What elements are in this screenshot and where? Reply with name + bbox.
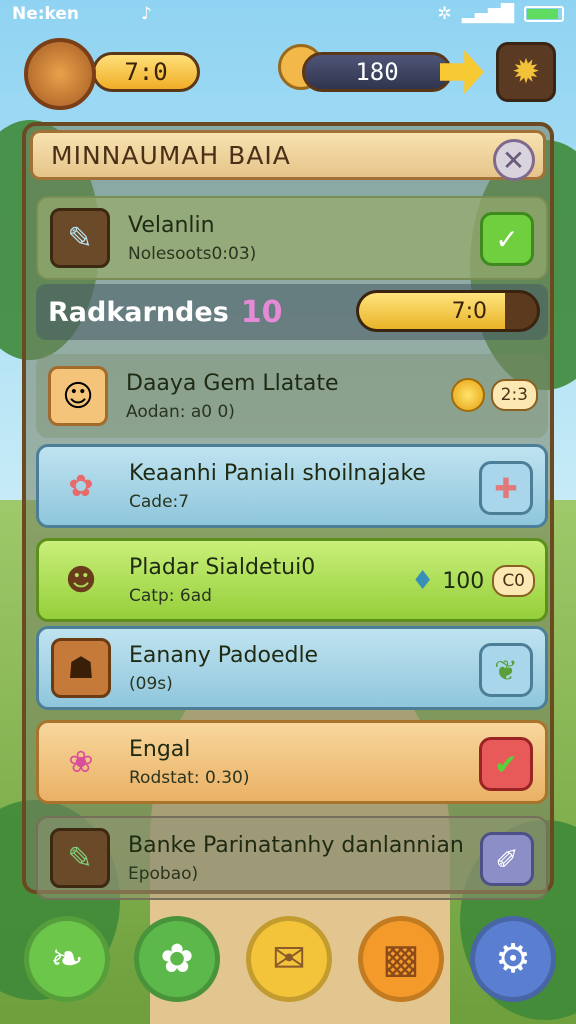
gold-counter: 7:0 bbox=[92, 52, 200, 92]
section-count: 10 bbox=[240, 294, 283, 330]
progress-bar: 7:0 bbox=[356, 290, 540, 332]
gold-value: 7:0 bbox=[124, 58, 168, 86]
list-item[interactable]: ✎ Banke Parinatanhy danlannian Epobao) ✐ bbox=[36, 816, 548, 900]
close-button[interactable]: ✕ bbox=[493, 139, 535, 181]
item-subtitle: Cade:7 bbox=[129, 491, 190, 512]
confirm-button[interactable]: ✔ bbox=[479, 737, 533, 791]
action-button[interactable]: ❦ bbox=[479, 643, 533, 697]
item-title: Pladar Sialdetui0 bbox=[129, 554, 316, 580]
panel-title-text: MINNAUMAH BAIA bbox=[51, 140, 291, 170]
close-icon: ✕ bbox=[501, 143, 527, 177]
music-icon: ♪ bbox=[141, 4, 152, 24]
item-badge: C0 bbox=[492, 565, 535, 597]
status-bar: Ne:ken ♪ ✲ ▂▄▆█ bbox=[0, 0, 576, 28]
item-title: Engal bbox=[129, 736, 191, 762]
character-icon: ☻ bbox=[65, 562, 97, 598]
bandage-icon: ✚ bbox=[494, 471, 518, 505]
item-title: Banke Parinatanhy danlannian bbox=[128, 832, 464, 858]
action-button[interactable]: ✓ bbox=[480, 212, 534, 266]
item-subtitle: Nolesoots0:03) bbox=[128, 243, 257, 264]
check-icon: ✔ bbox=[494, 747, 518, 781]
settings-button[interactable]: ✹ bbox=[496, 42, 556, 102]
tool-icon: ✓ bbox=[495, 222, 519, 256]
item-subtitle: (09s) bbox=[129, 673, 173, 694]
gear-icon: ✹ bbox=[511, 52, 541, 92]
gear-icon: ⚙ bbox=[495, 936, 531, 982]
item-title: Keaanhi Panialı shoilnajake bbox=[129, 460, 426, 486]
list-item[interactable]: ☗ Eanany Padoedle (09s) ❦ bbox=[36, 626, 548, 710]
battery-icon bbox=[524, 6, 564, 22]
progress-label: 7:0 bbox=[451, 299, 487, 324]
item-subtitle: Rodstat: 0.30) bbox=[129, 767, 250, 788]
list-item[interactable]: ☺ Daaya Gem Llatate Aodan: a0 0) 2:3 bbox=[36, 354, 548, 438]
player-avatar[interactable] bbox=[24, 38, 96, 110]
nav-options-button[interactable]: ⚙ bbox=[470, 916, 556, 1002]
item-subtitle: Catp: 6ad bbox=[129, 585, 212, 606]
character-icon: ☺ bbox=[48, 366, 108, 426]
leaf-icon: ❦ bbox=[494, 653, 518, 687]
carrier-label: Ne:ken bbox=[12, 4, 80, 24]
nav-chat-button[interactable]: ✉ bbox=[246, 916, 332, 1002]
gear-icon: ✿ bbox=[160, 936, 194, 982]
nav-settings-button[interactable]: ✿ bbox=[134, 916, 220, 1002]
chat-icon: ✉ bbox=[272, 936, 306, 982]
section-label: Radkarndes bbox=[48, 296, 229, 328]
inventory-icon: ▩ bbox=[382, 936, 420, 982]
leaf-icon: ❧ bbox=[50, 936, 84, 982]
section-header: Radkarndes 10 7:0 bbox=[36, 284, 548, 340]
gem-counter: 180 bbox=[302, 52, 452, 92]
item-title: Daaya Gem Llatate bbox=[126, 370, 339, 396]
gem-value: 180 bbox=[355, 58, 399, 86]
action-button[interactable]: ✚ bbox=[479, 461, 533, 515]
character-icon: ❀ bbox=[68, 744, 94, 780]
coin-icon bbox=[450, 378, 485, 412]
nav-inventory-button[interactable]: ▩ bbox=[358, 916, 444, 1002]
edit-button[interactable]: ✐ bbox=[480, 832, 534, 886]
pencil-icon: ✎ bbox=[50, 208, 110, 268]
item-title: Eanany Padoedle bbox=[129, 642, 319, 668]
creature-icon: ✿ bbox=[68, 468, 94, 504]
totem-icon: ☗ bbox=[51, 638, 111, 698]
signal-icon: ▂▄▆█ bbox=[461, 4, 514, 24]
nav-leaf-button[interactable]: ❧ bbox=[24, 916, 110, 1002]
pen-icon: ✐ bbox=[495, 842, 519, 876]
pencil-icon: ✎ bbox=[50, 828, 110, 888]
list-item[interactable]: ☻ Pladar Sialdetui0 Catp: 6ad ♦ 100 C0 bbox=[36, 538, 548, 622]
item-badge: 2:3 bbox=[490, 379, 538, 411]
item-subtitle: Aodan: a0 0) bbox=[126, 401, 235, 422]
gear-small-icon: ✲ bbox=[437, 4, 452, 24]
quest-panel: MINNAUMAH BAIA ✕ ✎ Velanlin Nolesoots0:0… bbox=[22, 122, 554, 900]
panel-title: MINNAUMAH BAIA ✕ bbox=[30, 130, 546, 181]
item-value: 100 bbox=[442, 568, 485, 594]
item-subtitle: Epobao) bbox=[128, 863, 199, 884]
list-item[interactable]: ✿ Keaanhi Panialı shoilnajake Cade:7 ✚ bbox=[36, 444, 548, 528]
drop-icon: ♦ bbox=[411, 566, 435, 596]
list-item[interactable]: ❀ Engal Rodstat: 0.30) ✔ bbox=[36, 720, 548, 804]
list-item[interactable]: ✎ Velanlin Nolesoots0:03) ✓ bbox=[36, 196, 548, 280]
item-title: Velanlin bbox=[128, 212, 215, 238]
